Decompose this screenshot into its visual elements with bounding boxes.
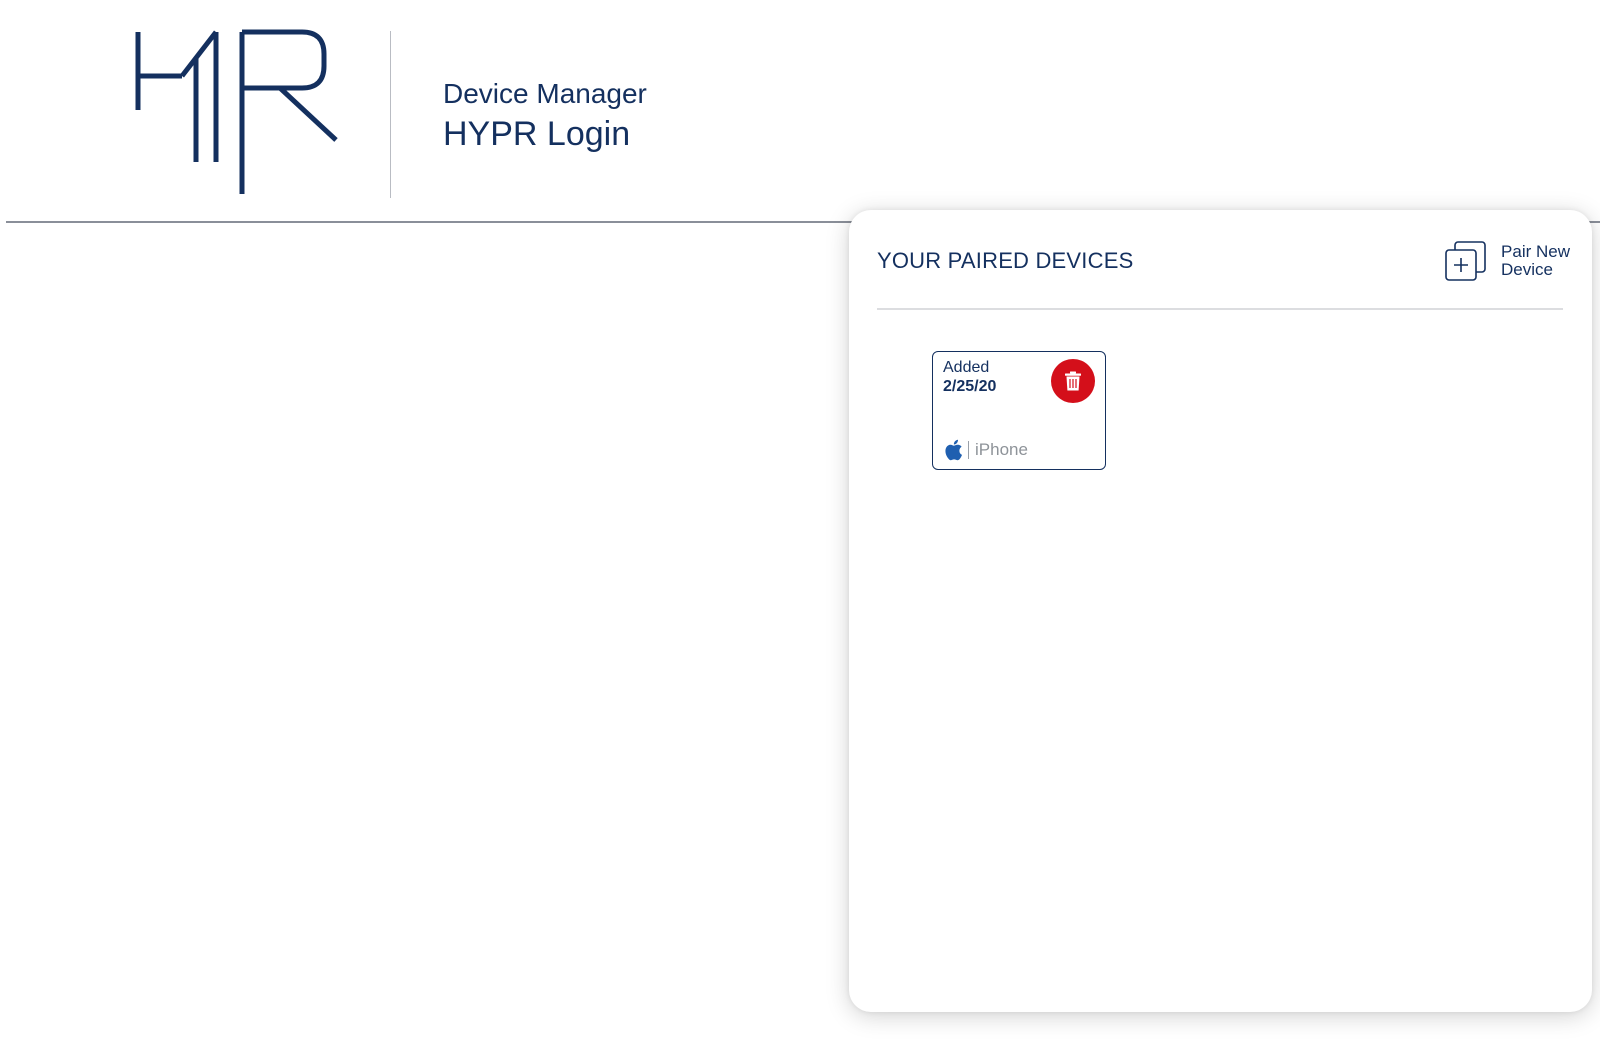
pair-label-line1: Pair New — [1501, 242, 1570, 261]
pair-new-device-button[interactable]: Pair New Device — [1443, 240, 1570, 282]
pair-device-plus-icon — [1445, 241, 1486, 281]
device-added-date: 2/25/20 — [943, 378, 997, 395]
device-type-separator — [968, 441, 969, 459]
panel-rule — [877, 308, 1563, 310]
pair-label-line2: Device — [1501, 260, 1553, 279]
app-title: HYPR Login — [443, 115, 631, 153]
trash-icon — [1065, 371, 1081, 391]
app-subtitle: Device Manager — [443, 78, 647, 109]
device-card: Added 2/25/20 iPhone — [932, 351, 1106, 470]
device-added-label: Added — [943, 359, 990, 376]
page: Device Manager HYPR Login YOUR PAIRED DE… — [0, 0, 1600, 1054]
hypr-logo — [135, 29, 338, 194]
delete-device-button[interactable] — [1051, 359, 1095, 403]
apple-icon — [945, 439, 962, 461]
header-divider — [390, 31, 391, 198]
device-type: iPhone — [943, 438, 1028, 462]
panel-title: YOUR PAIRED DEVICES — [877, 248, 1134, 273]
device-type-label: iPhone — [975, 440, 1028, 459]
paired-devices-panel: YOUR PAIRED DEVICES Pair New Device Adde… — [849, 210, 1592, 1012]
pair-new-device-label: Pair New Device — [1501, 243, 1570, 279]
